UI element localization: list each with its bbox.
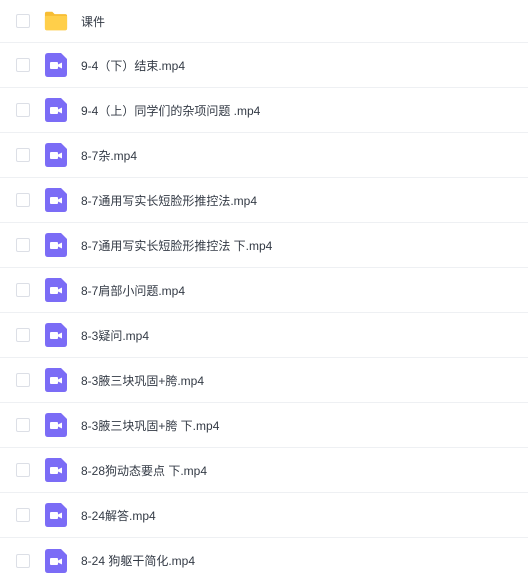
file-name[interactable]: 课件 xyxy=(81,13,105,30)
file-name[interactable]: 9-4（下）结束.mp4 xyxy=(81,57,185,74)
video-file-icon xyxy=(44,548,68,573)
video-file-icon xyxy=(44,278,68,302)
video-file-icon xyxy=(44,323,68,347)
file-name[interactable]: 8-24解答.mp4 xyxy=(81,507,156,524)
file-name[interactable]: 8-28狗动态要点 下.mp4 xyxy=(81,462,207,479)
file-name[interactable]: 9-4（上）同学们的杂项问题 .mp4 xyxy=(81,102,260,119)
video-file-icon xyxy=(44,143,68,167)
file-name[interactable]: 8-7杂.mp4 xyxy=(81,147,137,164)
row-checkbox[interactable] xyxy=(16,283,30,297)
row-checkbox[interactable] xyxy=(16,328,30,342)
row-checkbox[interactable] xyxy=(16,418,30,432)
row-checkbox[interactable] xyxy=(16,103,30,117)
row-checkbox[interactable] xyxy=(16,193,30,207)
folder-icon xyxy=(44,9,68,33)
file-name[interactable]: 8-3腋三块巩固+胯.mp4 xyxy=(81,372,204,389)
file-row-video[interactable]: 8-28狗动态要点 下.mp4 xyxy=(0,448,528,493)
video-file-icon xyxy=(44,188,68,212)
row-checkbox[interactable] xyxy=(16,508,30,522)
file-row-video[interactable]: 8-7肩部小问题.mp4 xyxy=(0,268,528,313)
row-checkbox[interactable] xyxy=(16,58,30,72)
file-name[interactable]: 8-7通用写实长短脸形推控法.mp4 xyxy=(81,192,257,209)
file-name[interactable]: 8-7通用写实长短脸形推控法 下.mp4 xyxy=(81,237,272,254)
video-file-icon xyxy=(44,53,68,77)
file-row-video[interactable]: 8-3腋三块巩固+胯 下.mp4 xyxy=(0,403,528,448)
file-row-folder[interactable]: 课件 xyxy=(0,0,528,43)
video-file-icon xyxy=(44,98,68,122)
file-row-video[interactable]: 8-7杂.mp4 xyxy=(0,133,528,178)
row-checkbox[interactable] xyxy=(16,553,30,568)
video-file-icon xyxy=(44,233,68,257)
video-file-icon xyxy=(44,413,68,437)
file-row-video[interactable]: 8-24 狗躯干简化.mp4 xyxy=(0,538,528,583)
file-name[interactable]: 8-3疑问.mp4 xyxy=(81,327,149,344)
file-row-video[interactable]: 9-4（上）同学们的杂项问题 .mp4 xyxy=(0,88,528,133)
row-checkbox[interactable] xyxy=(16,148,30,162)
file-name[interactable]: 8-7肩部小问题.mp4 xyxy=(81,282,185,299)
row-checkbox[interactable] xyxy=(16,463,30,477)
file-row-video[interactable]: 9-4（下）结束.mp4 xyxy=(0,43,528,88)
file-list: 课件 9-4（下）结束.mp4 9-4（上）同学们的杂项问题 .mp4 8-7杂… xyxy=(0,0,528,585)
row-checkbox[interactable] xyxy=(16,238,30,252)
file-row-video[interactable]: 8-7通用写实长短脸形推控法.mp4 xyxy=(0,178,528,223)
file-row-video[interactable]: 8-7通用写实长短脸形推控法 下.mp4 xyxy=(0,223,528,268)
row-checkbox[interactable] xyxy=(16,373,30,387)
video-file-icon xyxy=(44,368,68,392)
file-row-video[interactable]: 8-3疑问.mp4 xyxy=(0,313,528,358)
video-file-icon xyxy=(44,458,68,482)
video-file-icon xyxy=(44,503,68,527)
file-name[interactable]: 8-24 狗躯干简化.mp4 xyxy=(81,552,195,569)
file-name[interactable]: 8-3腋三块巩固+胯 下.mp4 xyxy=(81,417,219,434)
row-checkbox[interactable] xyxy=(16,14,30,28)
file-row-video[interactable]: 8-24解答.mp4 xyxy=(0,493,528,538)
file-row-video[interactable]: 8-3腋三块巩固+胯.mp4 xyxy=(0,358,528,403)
